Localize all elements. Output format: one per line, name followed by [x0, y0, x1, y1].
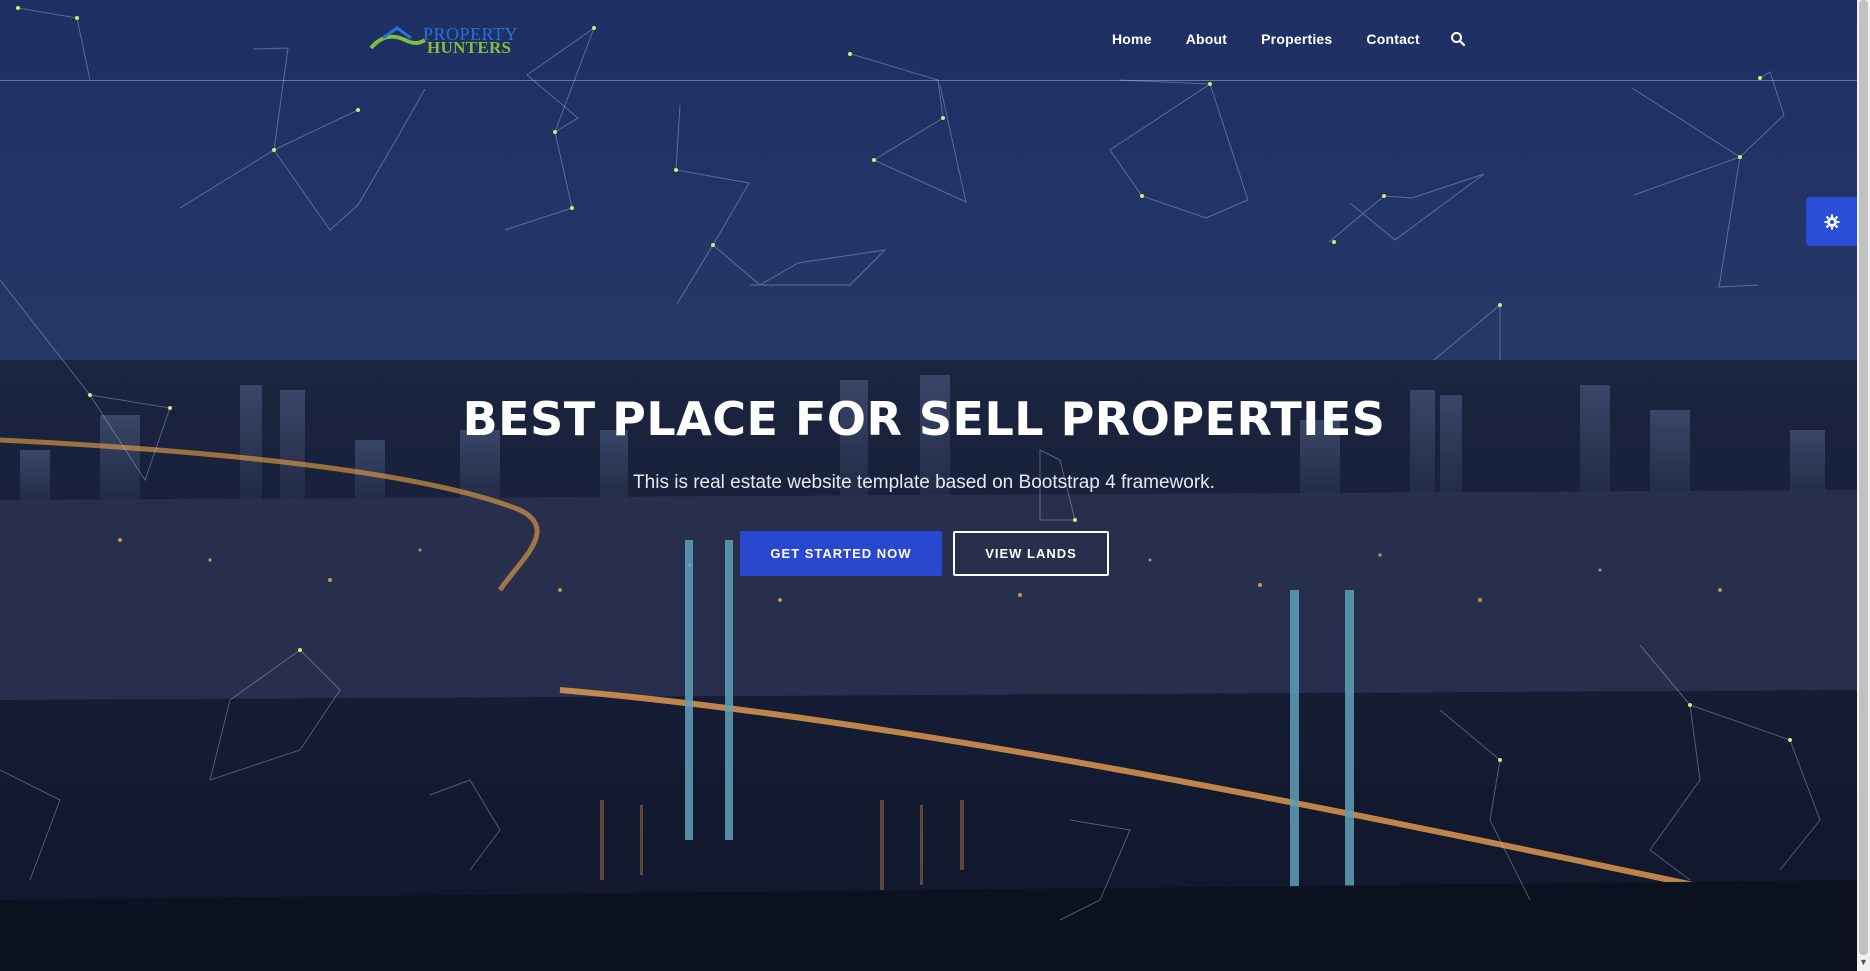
settings-panel-toggle[interactable]: [1806, 197, 1857, 246]
logo-text-bottom: HUNTERS: [427, 38, 512, 57]
get-started-button[interactable]: GET STARTED NOW: [740, 531, 942, 576]
hero-section: PROPERTY HUNTERS Home About Properties C…: [0, 0, 1857, 971]
main-navigation: Home About Properties Contact: [1112, 31, 1466, 47]
nav-properties[interactable]: Properties: [1261, 31, 1332, 47]
search-icon[interactable]: [1450, 31, 1466, 47]
hero-title: BEST PLACE FOR SELL PROPERTIES: [462, 392, 1386, 446]
view-lands-button[interactable]: VIEW LANDS: [953, 531, 1109, 576]
nav-contact[interactable]: Contact: [1366, 31, 1420, 47]
brand-logo[interactable]: PROPERTY HUNTERS: [367, 22, 527, 62]
nav-home[interactable]: Home: [1112, 31, 1152, 47]
scroll-down-arrow-icon[interactable]: ▼: [1859, 956, 1868, 968]
hero-subtitle: This is real estate website template bas…: [633, 472, 1215, 493]
nav-about[interactable]: About: [1186, 31, 1227, 47]
house-roof-icon: [369, 26, 427, 50]
page-scrollbar-thumb[interactable]: [1859, 0, 1868, 955]
header-divider: [0, 80, 1857, 81]
gear-icon: [1824, 214, 1839, 229]
